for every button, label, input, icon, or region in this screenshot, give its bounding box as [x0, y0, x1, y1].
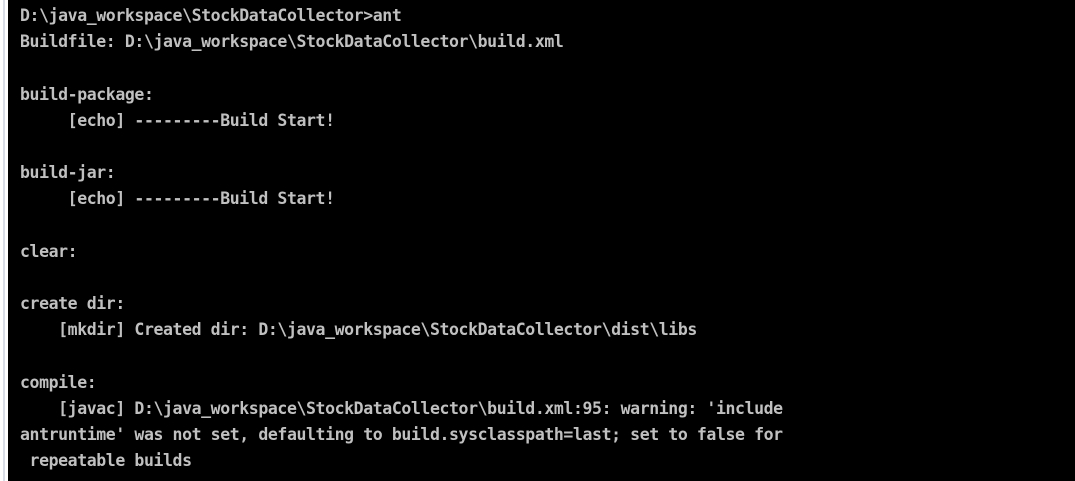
- console-output-area[interactable]: D:\java_workspace\StockDataCollector>ant…: [8, 0, 1075, 481]
- window-border-stripe: [3, 0, 5, 481]
- console-output-text: D:\java_workspace\StockDataCollector>ant…: [20, 3, 783, 474]
- console-line-javac-warning-cont: antruntime' was not set, defaulting to b…: [20, 425, 783, 444]
- console-line-target-clear: clear:: [20, 241, 78, 261]
- console-line-blank: [20, 213, 783, 239]
- console-line-target-compile: compile:: [20, 372, 97, 392]
- console-line-blank: [20, 134, 783, 160]
- console-line-mkdir: [mkdir] Created dir: D:\java_workspace\S…: [20, 320, 697, 340]
- window-left-border: [0, 0, 8, 481]
- console-line-buildfile: Buildfile: D:\java_workspace\StockDataCo…: [20, 32, 564, 52]
- console-line-blank: [20, 265, 783, 291]
- console-line-blank: [20, 343, 783, 369]
- console-line-echo: [echo] ---------Build Start!: [20, 110, 335, 130]
- console-line-echo: [echo] ---------Build Start!: [20, 189, 335, 209]
- console-line-target-build-jar: build-jar:: [20, 163, 116, 183]
- console-line-javac-warning-end: repeatable builds: [20, 451, 192, 471]
- console-line-target-build-package: build-package:: [20, 84, 154, 104]
- command-prompt-window: D:\java_workspace\StockDataCollector>ant…: [0, 0, 1075, 481]
- console-line-target-create-dir: create dir:: [20, 294, 125, 314]
- console-line-javac-warning: [javac] D:\java_workspace\StockDataColle…: [20, 398, 783, 418]
- console-line-blank: [20, 55, 783, 81]
- console-line-prompt-command: D:\java_workspace\StockDataCollector>ant: [20, 6, 402, 25]
